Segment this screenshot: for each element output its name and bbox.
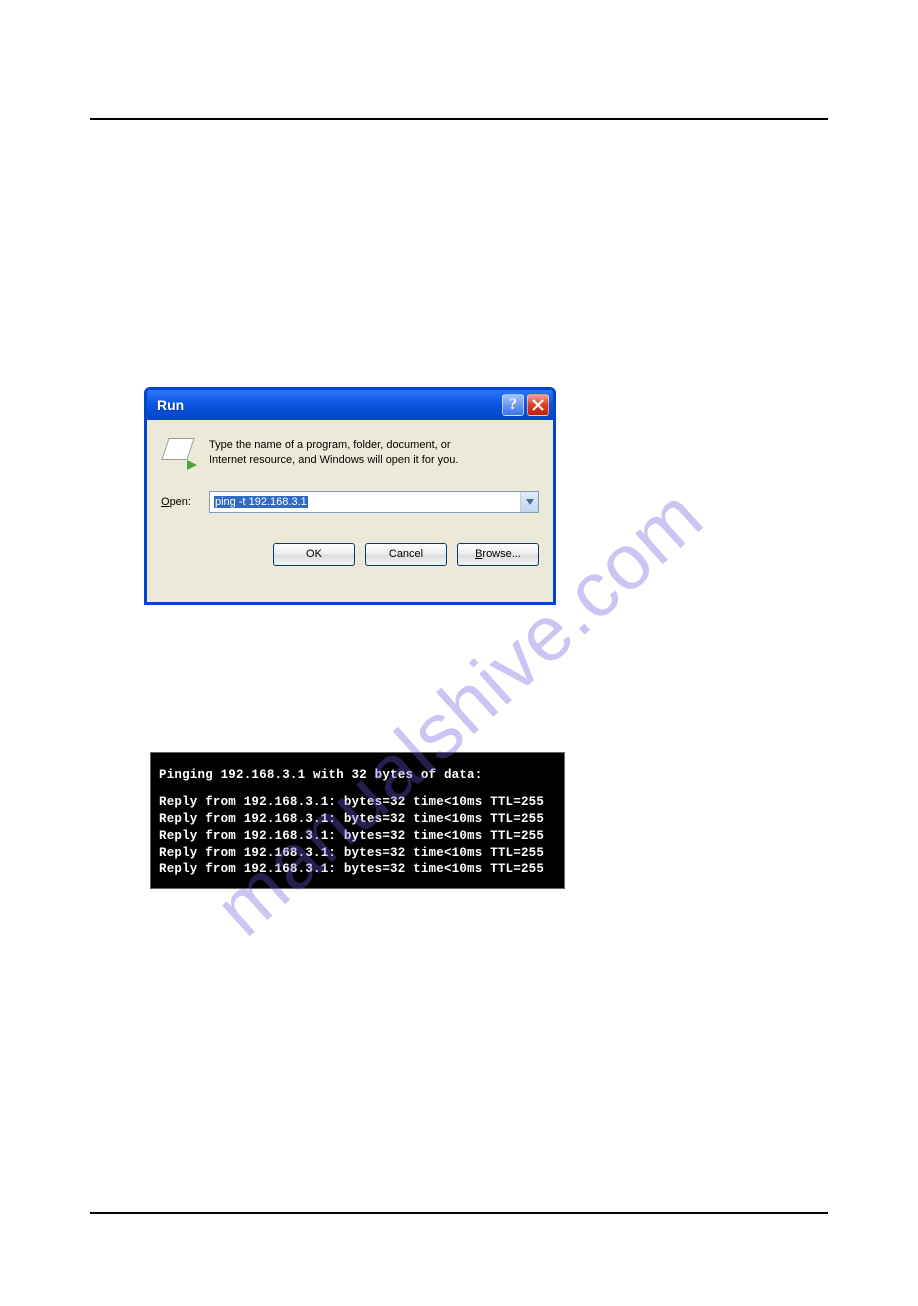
- window-title: Run: [157, 397, 499, 413]
- console-line: Reply from 192.168.3.1: bytes=32 time<10…: [159, 794, 556, 811]
- combobox-dropdown-button[interactable]: [520, 492, 538, 512]
- cancel-button[interactable]: Cancel: [365, 543, 447, 566]
- open-label: Open:: [161, 496, 209, 508]
- ok-button[interactable]: OK: [273, 543, 355, 566]
- horizontal-rule-bottom: [90, 1212, 828, 1214]
- dialog-body: Type the name of a program, folder, docu…: [147, 420, 553, 580]
- open-combobox[interactable]: ping -t 192.168.3.1: [209, 491, 539, 513]
- console-line: Reply from 192.168.3.1: bytes=32 time<10…: [159, 861, 556, 878]
- run-dialog: Run ? Type the name of a program, folder…: [144, 387, 556, 605]
- console-header: Pinging 192.168.3.1 with 32 bytes of dat…: [159, 767, 556, 784]
- help-button[interactable]: ?: [502, 394, 524, 416]
- description-line-2: Internet resource, and Windows will open…: [209, 453, 458, 468]
- open-input[interactable]: ping -t 192.168.3.1: [210, 492, 520, 512]
- chevron-down-icon: [526, 499, 534, 505]
- close-button[interactable]: [527, 394, 549, 416]
- run-icon: [161, 438, 195, 468]
- open-row: Open: ping -t 192.168.3.1: [161, 491, 539, 513]
- close-icon: [532, 399, 544, 411]
- command-output: Pinging 192.168.3.1 with 32 bytes of dat…: [150, 752, 565, 889]
- description-row: Type the name of a program, folder, docu…: [161, 438, 539, 469]
- button-row: OK Cancel Browse...: [161, 543, 539, 566]
- console-line: Reply from 192.168.3.1: bytes=32 time<10…: [159, 845, 556, 862]
- title-bar[interactable]: Run ?: [147, 390, 553, 420]
- horizontal-rule-top: [90, 118, 828, 120]
- browse-button[interactable]: Browse...: [457, 543, 539, 566]
- console-line: Reply from 192.168.3.1: bytes=32 time<10…: [159, 811, 556, 828]
- description-text: Type the name of a program, folder, docu…: [209, 438, 458, 469]
- console-line: Reply from 192.168.3.1: bytes=32 time<10…: [159, 828, 556, 845]
- description-line-1: Type the name of a program, folder, docu…: [209, 438, 458, 453]
